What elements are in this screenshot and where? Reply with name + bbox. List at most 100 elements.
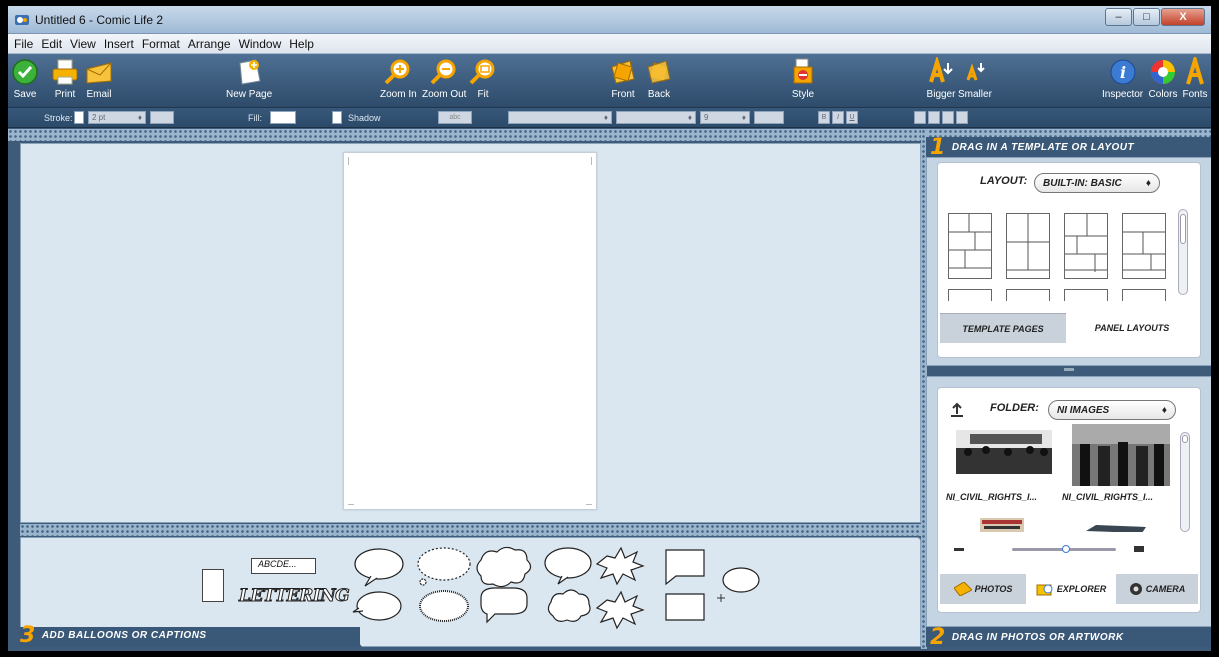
speech-balloon-item (354, 548, 404, 580)
menu-format[interactable]: Format (138, 37, 184, 51)
select-arrow-icon: ♦ (603, 113, 608, 122)
tab-photos[interactable]: PHOTOS (940, 574, 1026, 604)
align-justify-button[interactable] (956, 111, 968, 124)
photos-panel: FOLDER: NI IMAGES ♦ NI_CIVIL_RIGHTS_I...… (926, 376, 1211, 627)
style-button[interactable]: Style (788, 57, 818, 100)
lettering-item[interactable]: LETTERING (239, 586, 351, 612)
italic-button[interactable]: I (832, 111, 844, 124)
folder-select[interactable]: NI IMAGES ♦ (1048, 400, 1176, 420)
menu-bar: File Edit View Insert Format Arrange Win… (8, 34, 1211, 54)
email-button[interactable]: Email (84, 57, 114, 100)
format-bar: Stroke: 2 pt ♦ Fill: Shadow abc ♦ ♦ 9 ♦ B … (8, 108, 1211, 128)
align-center-button[interactable] (928, 111, 940, 124)
text-color-well[interactable] (754, 111, 784, 124)
back-button[interactable]: Back (644, 57, 674, 100)
font-family-select[interactable]: ♦ (508, 111, 612, 124)
layout-scroll-thumb[interactable] (1180, 214, 1186, 244)
smaller-button[interactable]: Smaller (958, 57, 992, 100)
close-button[interactable]: X (1161, 8, 1205, 26)
layout-thumbnail[interactable] (1122, 289, 1166, 301)
colors-button[interactable]: Colors (1148, 57, 1178, 100)
photos-scroll-thumb[interactable] (1182, 435, 1188, 443)
layout-thumbnail[interactable] (948, 289, 992, 301)
front-button[interactable]: Front (608, 57, 638, 100)
step3-label: 3 ADD BALLOONS OR CAPTIONS (20, 623, 207, 648)
menu-edit[interactable]: Edit (37, 37, 66, 51)
camera-tab-icon (1129, 583, 1142, 595)
layout-scrollbar[interactable] (1178, 209, 1188, 295)
caption-box-item[interactable] (202, 569, 224, 602)
photo-thumbnail[interactable] (956, 430, 1052, 474)
new-page-button[interactable]: New Page (226, 57, 272, 100)
layout-thumbnail[interactable] (1006, 213, 1050, 279)
tab-camera[interactable]: CAMERA (1116, 574, 1198, 604)
comic-life-app-icon (15, 14, 29, 25)
menu-help[interactable]: Help (285, 37, 318, 51)
large-thumb-size-icon (1134, 546, 1144, 552)
photo-caption: NI_CIVIL_RIGHTS_I... (946, 492, 1038, 502)
smaller-label: Smaller (958, 89, 992, 100)
folder-up-icon[interactable] (950, 402, 964, 418)
page-corner-mark (348, 157, 354, 165)
tab-explorer[interactable]: EXPLORER (1026, 574, 1116, 604)
save-check-icon (12, 59, 38, 85)
window-controls: – □ X (1105, 8, 1205, 26)
tab-template-pages[interactable]: TEMPLATE PAGES (940, 313, 1066, 343)
print-button[interactable]: Print (50, 57, 80, 100)
menu-arrange[interactable]: Arrange (184, 37, 235, 51)
tab-explorer-label: EXPLORER (1056, 584, 1107, 594)
photo-object-image (1086, 525, 1146, 532)
layout-thumbnail[interactable] (1064, 289, 1108, 301)
new-page-icon (239, 59, 261, 85)
layout-select[interactable]: BUILT-IN: BASIC ♦ (1034, 173, 1160, 193)
stroke-color-well[interactable] (150, 111, 174, 124)
underline-button[interactable]: U (846, 111, 858, 124)
layout-thumbnail[interactable] (948, 213, 992, 279)
fit-button[interactable]: Fit (468, 57, 498, 100)
comic-page[interactable] (343, 152, 597, 510)
folder-selected-value: NI IMAGES (1057, 404, 1110, 416)
photo-thumbnail[interactable] (980, 518, 1024, 532)
caption-text-item[interactable]: ABCDE... (251, 558, 316, 574)
menu-window[interactable]: Window (235, 37, 286, 51)
panel-resize-handle[interactable] (1064, 368, 1074, 371)
photos-scrollbar[interactable] (1180, 432, 1190, 532)
small-thumb-size-icon (954, 548, 964, 551)
main-toolbar: Save Print Email New Page Zoom In Zoom O… (8, 54, 1211, 108)
tab-panel-layouts[interactable]: PANEL LAYOUTS (1066, 313, 1198, 343)
shadow-checkbox[interactable] (332, 111, 342, 124)
bigger-button[interactable]: Bigger (926, 57, 956, 100)
fill-color-well[interactable] (270, 111, 296, 124)
layout-thumbnail[interactable] (1006, 289, 1050, 301)
photo-thumbnail[interactable] (1086, 524, 1146, 532)
align-right-button[interactable] (942, 111, 954, 124)
bold-button[interactable]: B (818, 111, 830, 124)
inspector-button[interactable]: i Inspector (1102, 57, 1143, 100)
maximize-button[interactable]: □ (1133, 8, 1160, 26)
shadow-style-button[interactable]: abc (438, 111, 472, 124)
save-button[interactable]: Save (10, 57, 40, 100)
font-size-value: 9 (704, 113, 709, 122)
fonts-button[interactable]: Fonts (1180, 57, 1210, 100)
menu-insert[interactable]: Insert (100, 37, 138, 51)
font-size-select[interactable]: 9 ♦ (700, 111, 750, 124)
slider-knob[interactable] (1062, 545, 1070, 553)
zoom-out-button[interactable]: Zoom Out (422, 57, 466, 100)
thumbnail-size-slider[interactable] (1012, 545, 1116, 553)
photo-thumbnail[interactable] (1072, 424, 1170, 486)
stroke-checkbox[interactable] (74, 111, 84, 124)
step1-title: DRAG IN A TEMPLATE OR LAYOUT (951, 141, 1135, 153)
font-style-select[interactable]: ♦ (616, 111, 696, 124)
bigger-label: Bigger (926, 89, 956, 100)
layout-thumbnail[interactable] (1064, 213, 1108, 279)
layout-thumbnail[interactable] (1122, 213, 1166, 279)
menu-file[interactable]: File (10, 37, 37, 51)
comic-canvas[interactable] (20, 143, 921, 523)
zoom-in-button[interactable]: Zoom In (380, 57, 417, 100)
align-left-button[interactable] (914, 111, 926, 124)
layout-grid-icon (1123, 231, 1165, 271)
oval-balloon-item (419, 590, 469, 622)
stroke-width-select[interactable]: 2 pt ♦ (88, 111, 146, 124)
menu-view[interactable]: View (66, 37, 100, 51)
minimize-button[interactable]: – (1105, 8, 1132, 26)
